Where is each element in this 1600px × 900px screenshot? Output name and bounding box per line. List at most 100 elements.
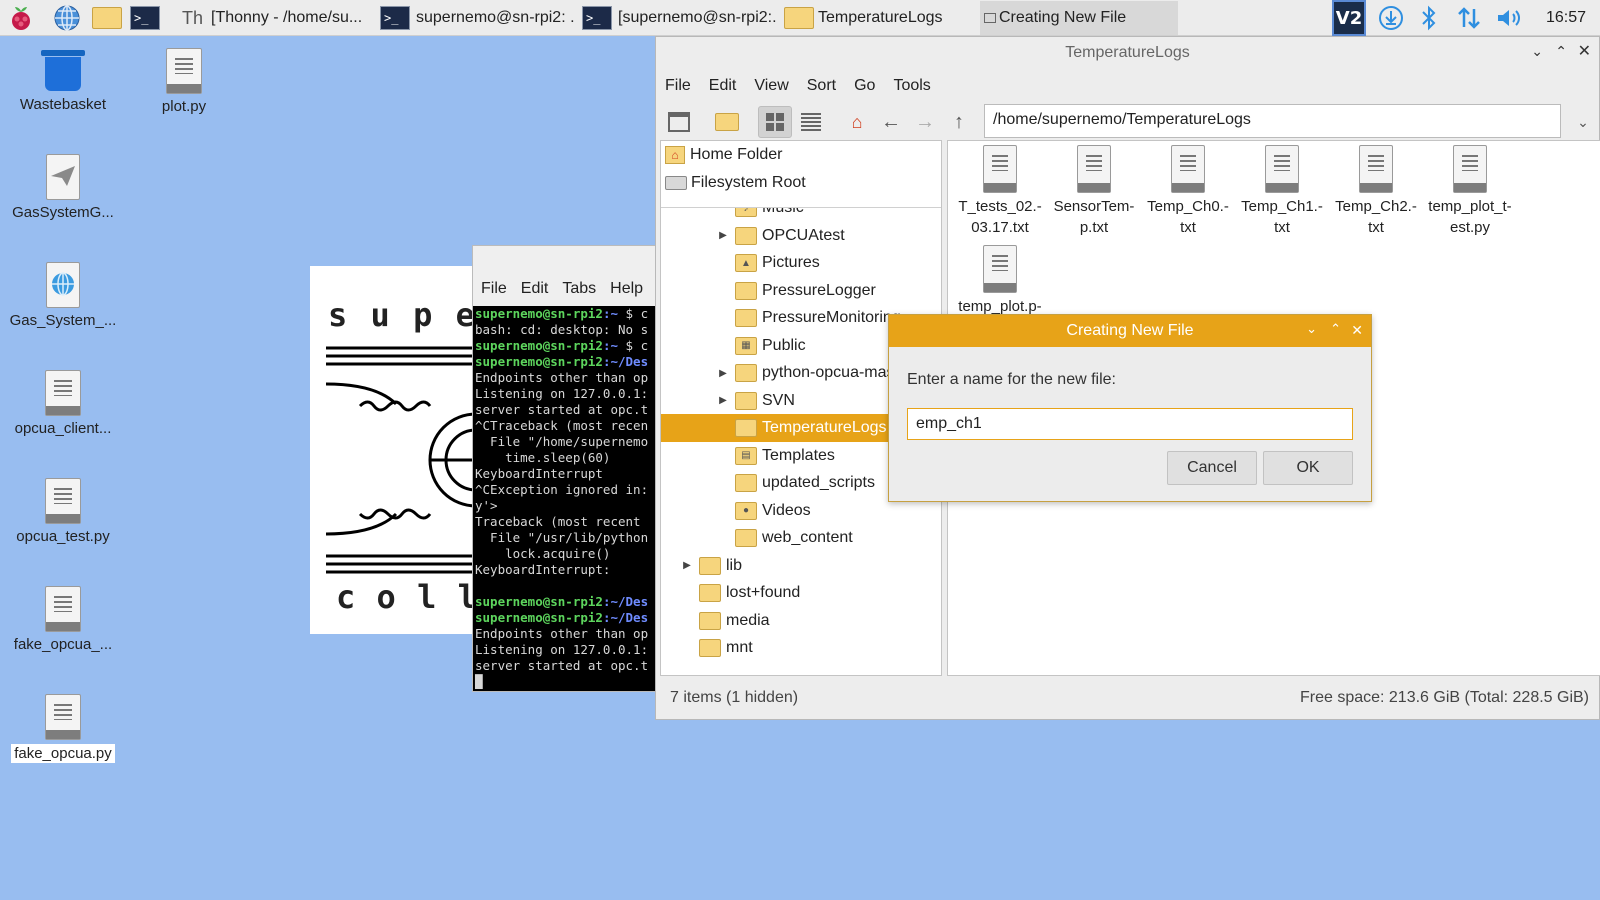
desktop-icon-gassystemg[interactable]: GasSystemG...	[8, 154, 118, 221]
tree-item-web-content[interactable]: web_content	[661, 524, 941, 552]
terminal-icon: >_	[582, 6, 612, 30]
desktop-icon-fake-opcua-py[interactable]: fake_opcua.py	[8, 694, 118, 763]
list-view-button[interactable]	[794, 106, 828, 138]
dialog-title: Creating New File	[1066, 322, 1194, 339]
path-history-dropdown[interactable]: ⌄	[1566, 106, 1600, 138]
cancel-button[interactable]: Cancel	[1167, 451, 1257, 485]
close-icon[interactable]: ✕	[1578, 41, 1591, 61]
file-item[interactable]: Temp_Ch0.- txt	[1142, 145, 1234, 238]
terminal-menu-file[interactable]: File	[481, 280, 507, 298]
maximize-icon[interactable]: ⌃	[1330, 321, 1341, 337]
place-filesystem-root[interactable]: Filesystem Root	[661, 169, 941, 197]
forward-button[interactable]: →	[908, 106, 942, 138]
window-icon	[668, 112, 690, 132]
terminal-output[interactable]: supernemo@sn-rpi2:~ $ c bash: cd: desktop…	[473, 306, 655, 691]
terminal-menu-edit[interactable]: Edit	[521, 280, 549, 298]
desktop-icon-opcua-client[interactable]: opcua_client...	[8, 370, 118, 437]
file-item[interactable]: T_tests_02.- 03.17.txt	[954, 145, 1046, 238]
task-label: [Thonny - /home/su...	[211, 9, 363, 26]
menu-go[interactable]: Go	[854, 77, 875, 95]
new-folder-button[interactable]	[710, 106, 744, 138]
file-icon	[166, 48, 202, 94]
tree-item-pictures[interactable]: ▲ Pictures	[661, 249, 941, 277]
vnc-icon[interactable]: V2	[1332, 0, 1366, 36]
file-item[interactable]: temp_plot_t-est.py	[1424, 145, 1516, 238]
tree-item-mnt[interactable]: mnt	[661, 634, 941, 662]
tree-item-pressurelogger[interactable]: PressureLogger	[661, 277, 941, 305]
terminal-path: :~/Des	[602, 354, 649, 369]
file-name: temp_plot_t-	[1428, 198, 1512, 215]
icon-view-button[interactable]	[758, 106, 792, 138]
tree-item-lost-found[interactable]: lost+found	[661, 579, 941, 607]
browser-icon[interactable]	[52, 3, 82, 33]
minimize-icon[interactable]: ⌄	[1531, 43, 1543, 60]
desktop-icon-plot-py[interactable]: plot.py	[129, 48, 239, 115]
text-file-icon	[1453, 145, 1487, 193]
file-name: p.txt	[1079, 219, 1109, 236]
raspberry-menu-icon[interactable]	[6, 3, 36, 33]
place-home-folder[interactable]: ⌂ Home Folder	[661, 141, 941, 169]
tree-item-lib[interactable]: ▶ lib	[661, 552, 941, 580]
expander-arrow-icon[interactable]: ▶	[717, 230, 729, 241]
task-terminal-1[interactable]: >_ supernemo@sn-rpi2: ...	[376, 1, 574, 35]
dialog-titlebar[interactable]: Creating New File ⌄ ⌃ ✕	[889, 315, 1371, 347]
desktop-icon-gas-system[interactable]: Gas_System_...	[8, 262, 118, 329]
terminal-menu-help[interactable]: Help	[610, 280, 643, 298]
home-button[interactable]: ⌂	[840, 106, 874, 138]
task-creating-new-file[interactable]: Creating New File	[980, 1, 1178, 35]
tree-item-media[interactable]: media	[661, 607, 941, 635]
terminal-launcher-icon[interactable]: >_	[130, 3, 160, 33]
terminal-window[interactable]: File Edit Tabs Help supernemo@sn-rpi2:~ …	[472, 245, 656, 692]
menu-tools[interactable]: Tools	[893, 77, 930, 95]
minimize-icon[interactable]: ⌄	[1306, 321, 1317, 337]
ok-button[interactable]: OK	[1263, 451, 1353, 485]
menu-file[interactable]: File	[665, 77, 691, 95]
back-button[interactable]: ←	[874, 106, 908, 138]
clock[interactable]: 16:57	[1536, 0, 1596, 36]
bluetooth-icon[interactable]	[1414, 0, 1444, 36]
desktop-icon-fake-opcua-dir[interactable]: fake_opcua_...	[8, 586, 118, 653]
grid-icon	[766, 113, 784, 131]
new-window-button[interactable]	[662, 106, 696, 138]
expander-arrow-icon[interactable]: ▶	[681, 560, 693, 571]
file-item[interactable]: Temp_Ch1.- txt	[1236, 145, 1328, 238]
terminal-text: lock.acquire()	[475, 546, 611, 561]
desktop-icon-wastebasket[interactable]: Wastebasket	[8, 50, 118, 113]
task-terminal-2[interactable]: >_ [supernemo@sn-rpi2:...	[578, 1, 776, 35]
menu-edit[interactable]: Edit	[709, 77, 737, 95]
task-temperaturelogs[interactable]: TemperatureLogs	[780, 1, 976, 35]
filename-input[interactable]	[907, 408, 1353, 440]
close-icon[interactable]: ✕	[1351, 322, 1363, 339]
pictures-folder-icon: ▲	[735, 254, 757, 272]
terminal-path: :~/Des	[602, 594, 649, 609]
terminal-text: time.sleep(60)	[475, 450, 611, 465]
file-item[interactable]: temp_plot.p-	[954, 245, 1046, 317]
network-icon[interactable]	[1452, 0, 1486, 36]
file-item[interactable]: Temp_Ch2.- txt	[1330, 145, 1422, 238]
menu-view[interactable]: View	[754, 77, 788, 95]
updates-icon[interactable]	[1374, 0, 1408, 36]
up-button[interactable]: ↑	[942, 106, 976, 138]
expander-arrow-icon[interactable]: ▶	[717, 395, 729, 406]
folder-icon	[735, 474, 757, 492]
volume-icon[interactable]	[1492, 0, 1526, 36]
desktop-icon-opcua-test[interactable]: opcua_test.py	[8, 478, 118, 545]
thonny-icon: Th	[182, 7, 204, 28]
file-item[interactable]: SensorTem-p.txt	[1048, 145, 1140, 238]
place-label: Home Folder	[690, 146, 783, 163]
terminal-text: $ c	[618, 338, 649, 353]
file-manager-titlebar[interactable]: TemperatureLogs ⌄ ⌃ ✕	[656, 37, 1599, 69]
maximize-icon[interactable]: ⌃	[1555, 43, 1567, 60]
file-manager-launcher-icon[interactable]	[92, 3, 122, 33]
task-thonny[interactable]: Th [Thonny - /home/su...	[178, 1, 374, 35]
terminal-line: supernemo@sn-rpi2:~/Des	[475, 610, 653, 626]
tree-item-music[interactable]: ♪ Music	[661, 208, 941, 222]
tree-item-opcuatest[interactable]: ▶ OPCUAtest	[661, 222, 941, 250]
window-title: TemperatureLogs	[1065, 44, 1190, 61]
terminal-menu-tabs[interactable]: Tabs	[562, 280, 596, 298]
menu-sort[interactable]: Sort	[807, 77, 836, 95]
path-bar[interactable]: /home/supernemo/TemperatureLogs	[984, 104, 1561, 138]
expander-arrow-icon[interactable]: ▶	[717, 368, 729, 379]
task-label: supernemo@sn-rpi2: ...	[416, 9, 574, 26]
